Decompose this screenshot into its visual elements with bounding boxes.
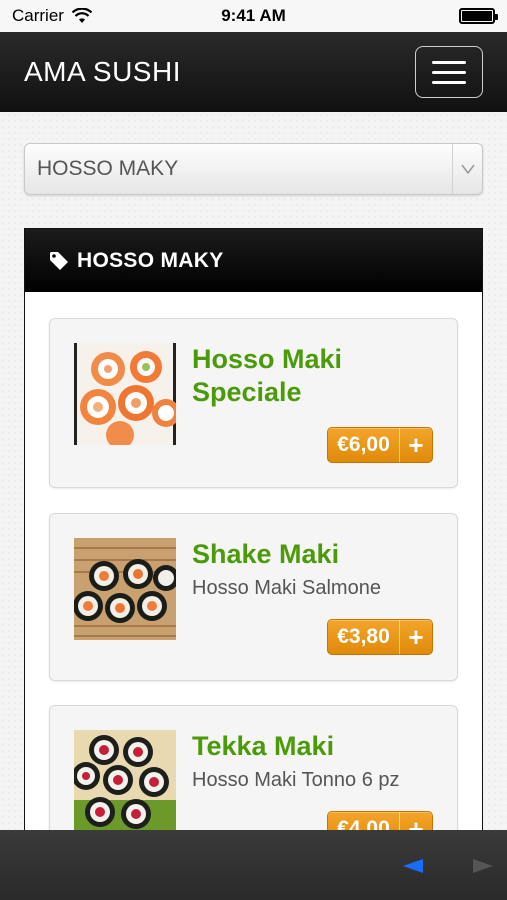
- chevron-down-icon: [452, 144, 482, 194]
- panel-title: HOSSO MAKY: [77, 248, 224, 272]
- salmon-hosomaki-photo: [74, 538, 176, 640]
- menu-panel: HOSSO MAKY Hosso Maki Speciale €6,00 + S…: [24, 228, 483, 848]
- carrier-label: Carrier: [12, 6, 64, 25]
- menu-item-card[interactable]: Tekka Maki Hosso Maki Tonno 6 pz €4,00 +: [49, 705, 458, 847]
- category-select[interactable]: HOSSO MAKY: [24, 143, 483, 195]
- menu-item-card[interactable]: Shake Maki Hosso Maki Salmone €3,80 +: [49, 513, 458, 681]
- menu-item-card[interactable]: Hosso Maki Speciale €6,00 +: [49, 318, 458, 488]
- tag-icon: [50, 251, 68, 270]
- category-select-value: HOSSO MAKY: [37, 157, 179, 180]
- panel-header: HOSSO MAKY: [25, 229, 482, 292]
- menu-item-name: Shake Maki: [192, 539, 340, 569]
- menu-item-description: Hosso Maki Salmone: [192, 577, 381, 599]
- hamburger-icon-bar: [432, 70, 466, 74]
- status-left: Carrier: [12, 6, 92, 26]
- add-to-cart-button[interactable]: €3,80 +: [327, 619, 433, 655]
- plus-icon: +: [399, 620, 432, 654]
- hamburger-icon-bar: [432, 60, 466, 64]
- price-label: €6,00: [337, 433, 390, 456]
- menu-item-description: Hosso Maki Tonno 6 pz: [192, 769, 400, 791]
- menu-toggle-button[interactable]: [415, 46, 483, 98]
- menu-item-name: Hosso Maki Speciale: [192, 344, 343, 407]
- status-bar: Carrier 9:41 AM: [0, 0, 507, 32]
- add-to-cart-button[interactable]: €6,00 +: [327, 427, 433, 463]
- browser-toolbar: [0, 830, 507, 900]
- wifi-icon: [71, 8, 92, 23]
- brand-title[interactable]: AMA SUSHI: [24, 56, 181, 88]
- back-arrow-icon[interactable]: [403, 859, 423, 873]
- main-content: HOSSO MAKY HOSSO MAKY Hosso Maki Special…: [0, 112, 507, 848]
- battery-icon: [459, 8, 498, 24]
- hamburger-icon-bar: [432, 80, 466, 84]
- salmon-maki-photo: [74, 343, 176, 445]
- menu-item-name: Tekka Maki: [192, 731, 335, 761]
- navbar: AMA SUSHI: [0, 32, 507, 112]
- plus-icon: +: [399, 428, 432, 462]
- forward-arrow-icon[interactable]: [473, 859, 493, 873]
- tuna-hosomaki-photo: [74, 730, 176, 832]
- price-label: €3,80: [337, 625, 390, 648]
